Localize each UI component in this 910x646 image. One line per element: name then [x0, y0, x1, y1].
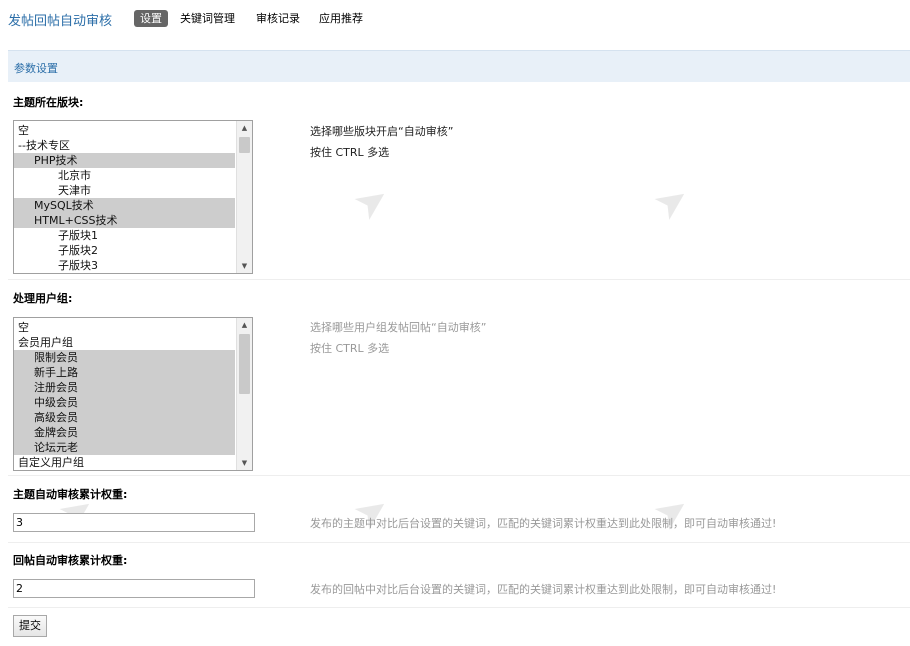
section-title: 参数设置 [14, 62, 58, 75]
row-divider [8, 607, 910, 608]
row-divider [8, 279, 910, 280]
thread-weight-hint: 发布的主题中对比后台设置的关键词，匹配的关键词累计权重达到此处限制，即可自动审核… [310, 517, 777, 530]
groups-option-list: 空会员用户组 限制会员 新手上路 注册会员 中级会员 高级会员 金牌会员 论坛元老 自定义用户组 [14, 320, 235, 470]
list-option[interactable]: 注册会员 [14, 380, 235, 395]
scroll-up-icon[interactable]: ▲ [237, 318, 252, 332]
reply-weight-hint: 发布的回帖中对比后台设置的关键词，匹配的关键词累计权重达到此处限制，即可自动审核… [310, 583, 777, 596]
list-option[interactable]: 限制会员 [14, 350, 235, 365]
forums-option-list: 空 --技术专区 PHP技术 北京市 天津市 MySQL技术 HTML+CSS技术 子版块1 子… [14, 123, 235, 273]
thread-weight-input[interactable] [13, 513, 255, 532]
list-option[interactable]: 子版块1 [14, 228, 235, 243]
list-option[interactable]: 中级会员 [14, 395, 235, 410]
thread-weight-label: 主题自动审核累计权重: [13, 488, 128, 501]
groups-label: 处理用户组: [13, 292, 73, 305]
row-divider [8, 475, 910, 476]
list-option[interactable]: 高级会员 [14, 410, 235, 425]
top-nav: 发帖回帖自动审核 设置 关键词管理 审核记录 应用推荐 [0, 0, 910, 38]
watermark-arrow-icon: ➤ [344, 173, 399, 231]
forums-multiselect[interactable]: 空 --技术专区 PHP技术 北京市 天津市 MySQL技术 HTML+CSS技术 子版块1 子… [13, 120, 253, 274]
groups-scrollbar[interactable]: ▲ ▼ [236, 318, 252, 470]
list-option[interactable]: --技术专区 [14, 138, 235, 153]
watermark-arrow-icon: ➤ [644, 173, 699, 231]
scroll-up-icon[interactable]: ▲ [237, 121, 252, 135]
row-divider [8, 542, 910, 543]
list-option[interactable]: 新手上路 [14, 365, 235, 380]
tab-settings[interactable]: 设置 [134, 10, 168, 27]
forums-hint: 选择哪些版块开启“自动审核” 按住 CTRL 多选 [310, 121, 453, 163]
section-header: 参数设置 [8, 50, 910, 82]
forums-scrollbar[interactable]: ▲ ▼ [236, 121, 252, 273]
list-option[interactable]: MySQL技术 [14, 198, 235, 213]
usergroups-multiselect[interactable]: 空会员用户组 限制会员 新手上路 注册会员 中级会员 高级会员 金牌会员 论坛元老 自定义用户组… [13, 317, 253, 471]
app-title[interactable]: 发帖回帖自动审核 [8, 10, 112, 29]
reply-weight-label: 回帖自动审核累计权重: [13, 554, 128, 567]
list-option[interactable]: 自定义用户组 [14, 455, 235, 470]
groups-hint-line1: 选择哪些用户组发帖回帖“自动审核” [310, 321, 487, 334]
list-option[interactable]: 子版块3 [14, 258, 235, 273]
list-option[interactable]: 子版块2 [14, 243, 235, 258]
list-option[interactable]: 金牌会员 [14, 425, 235, 440]
forums-hint-line1: 选择哪些版块开启“自动审核” [310, 125, 454, 138]
list-option[interactable]: PHP技术 [14, 153, 235, 168]
tab-keywords[interactable]: 关键词管理 [174, 10, 241, 27]
list-option[interactable]: 会员用户组 [14, 335, 235, 350]
list-option[interactable]: 论坛元老 [14, 440, 235, 455]
scroll-down-icon[interactable]: ▼ [237, 259, 252, 273]
scroll-thumb[interactable] [239, 334, 250, 394]
watermark: ➤ [645, 75, 875, 245]
forums-label: 主题所在版块: [13, 96, 84, 109]
tab-app-recommend[interactable]: 应用推荐 [313, 10, 369, 27]
list-option[interactable]: 天津市 [14, 183, 235, 198]
forums-hint-line2: 按住 CTRL 多选 [310, 146, 390, 159]
list-option[interactable]: HTML+CSS技术 [14, 213, 235, 228]
list-option[interactable]: 空 [14, 320, 235, 335]
list-option[interactable]: 北京市 [14, 168, 235, 183]
groups-hint-line2: 按住 CTRL 多选 [310, 342, 390, 355]
scroll-down-icon[interactable]: ▼ [237, 456, 252, 470]
list-option[interactable]: 空 [14, 123, 235, 138]
scroll-thumb[interactable] [239, 137, 250, 153]
groups-hint: 选择哪些用户组发帖回帖“自动审核” 按住 CTRL 多选 [310, 317, 486, 359]
submit-button[interactable]: 提交 [13, 615, 47, 637]
tab-review-log[interactable]: 审核记录 [250, 10, 306, 27]
reply-weight-input[interactable] [13, 579, 255, 598]
